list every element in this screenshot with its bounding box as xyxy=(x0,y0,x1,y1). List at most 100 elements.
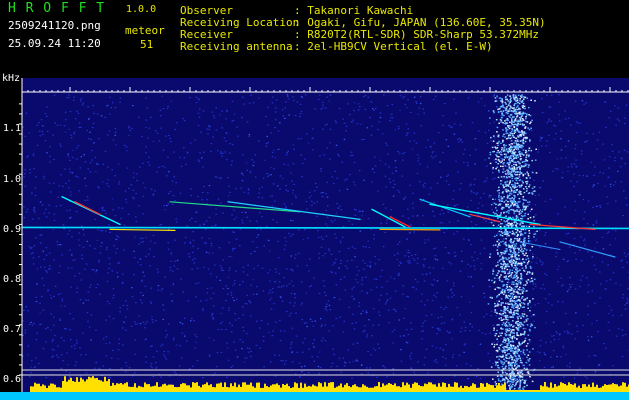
band-speck xyxy=(510,372,512,375)
band-speck xyxy=(507,272,509,275)
band-speck xyxy=(505,188,508,191)
noise-speck xyxy=(309,258,311,260)
noise-speck xyxy=(294,293,296,295)
noise-speck xyxy=(555,330,557,333)
noise-speck xyxy=(290,343,292,345)
noise-speck xyxy=(134,236,136,238)
band-speck xyxy=(493,111,495,113)
noise-speck xyxy=(590,161,592,163)
band-speck xyxy=(497,371,500,373)
noise-speck xyxy=(53,182,55,184)
noise-speck xyxy=(422,108,424,110)
noise-speck xyxy=(534,194,537,196)
noise-speck xyxy=(439,329,441,331)
noise-speck xyxy=(267,272,269,274)
noise-speck xyxy=(99,293,101,295)
noise-speck xyxy=(460,296,463,298)
band-speck xyxy=(526,282,528,284)
noise-speck xyxy=(567,232,570,234)
noise-speck xyxy=(183,147,185,149)
band-speck xyxy=(505,96,507,98)
noise-speck xyxy=(575,258,577,260)
noise-speck xyxy=(292,233,294,235)
noise-speck xyxy=(456,307,459,309)
noise-speck xyxy=(388,166,390,168)
noise-speck xyxy=(97,229,99,231)
noise-speck xyxy=(220,151,222,153)
noise-speck xyxy=(74,118,77,120)
band-speck xyxy=(513,372,515,375)
noise-speck xyxy=(69,329,71,331)
noise-speck xyxy=(264,159,267,161)
noise-speck xyxy=(53,324,55,326)
noise-speck xyxy=(622,215,624,217)
noise-speck xyxy=(494,198,497,200)
band-speck xyxy=(531,119,533,122)
noise-speck xyxy=(463,344,466,346)
band-speck xyxy=(522,196,525,198)
band-speck xyxy=(521,225,523,227)
noise-speck xyxy=(104,209,106,212)
band-speck xyxy=(498,348,501,351)
noise-speck xyxy=(446,175,448,177)
noise-speck xyxy=(128,187,130,189)
noise-speck xyxy=(408,262,410,264)
noise-speck xyxy=(474,138,477,140)
noise-speck xyxy=(222,259,224,261)
noise-speck xyxy=(412,258,415,260)
noise-speck xyxy=(170,260,172,262)
noise-speck xyxy=(85,263,88,265)
noise-speck xyxy=(626,261,628,264)
noise-speck xyxy=(555,252,558,254)
noise-speck xyxy=(318,252,320,254)
noise-speck xyxy=(433,142,436,144)
noise-speck xyxy=(109,231,111,233)
noise-speck xyxy=(207,124,210,127)
band-speck xyxy=(515,286,518,288)
noise-speck xyxy=(331,362,334,364)
band-speck xyxy=(527,166,530,168)
noise-speck xyxy=(272,219,274,221)
noise-speck xyxy=(574,209,577,211)
noise-speck xyxy=(360,123,362,125)
noise-speck xyxy=(417,361,419,363)
band-speck xyxy=(495,212,497,215)
band-speck xyxy=(520,115,523,118)
band-speck xyxy=(508,365,510,367)
noise-speck xyxy=(390,209,392,211)
band-speck xyxy=(498,300,500,302)
noise-speck xyxy=(203,151,205,153)
noise-speck xyxy=(96,239,99,241)
noise-speck xyxy=(30,366,32,368)
band-speck xyxy=(508,367,510,369)
noise-speck xyxy=(374,263,377,265)
band-speck xyxy=(506,263,509,265)
noise-speck xyxy=(228,359,230,361)
band-speck xyxy=(517,320,519,323)
noise-speck xyxy=(544,243,547,245)
band-speck xyxy=(526,114,528,116)
band-speck xyxy=(508,234,510,237)
noise-speck xyxy=(286,152,288,154)
noise-speck xyxy=(290,268,292,271)
noise-speck xyxy=(72,318,75,320)
noise-speck xyxy=(446,280,449,282)
noise-speck xyxy=(343,276,346,278)
band-speck xyxy=(524,340,526,342)
band-speck xyxy=(528,185,530,188)
band-speck xyxy=(516,300,519,302)
noise-speck xyxy=(411,148,414,150)
noise-speck xyxy=(318,372,320,375)
band-speck xyxy=(527,218,529,220)
noise-speck xyxy=(621,266,624,268)
band-speck xyxy=(527,201,529,203)
noise-speck xyxy=(245,162,248,164)
band-speck xyxy=(508,225,511,227)
noise-speck xyxy=(356,281,359,283)
noise-speck xyxy=(76,287,79,289)
noise-speck xyxy=(608,117,610,119)
noise-speck xyxy=(454,255,456,258)
noise-speck xyxy=(335,318,337,320)
band-speck xyxy=(519,179,522,181)
noise-speck xyxy=(83,154,85,156)
